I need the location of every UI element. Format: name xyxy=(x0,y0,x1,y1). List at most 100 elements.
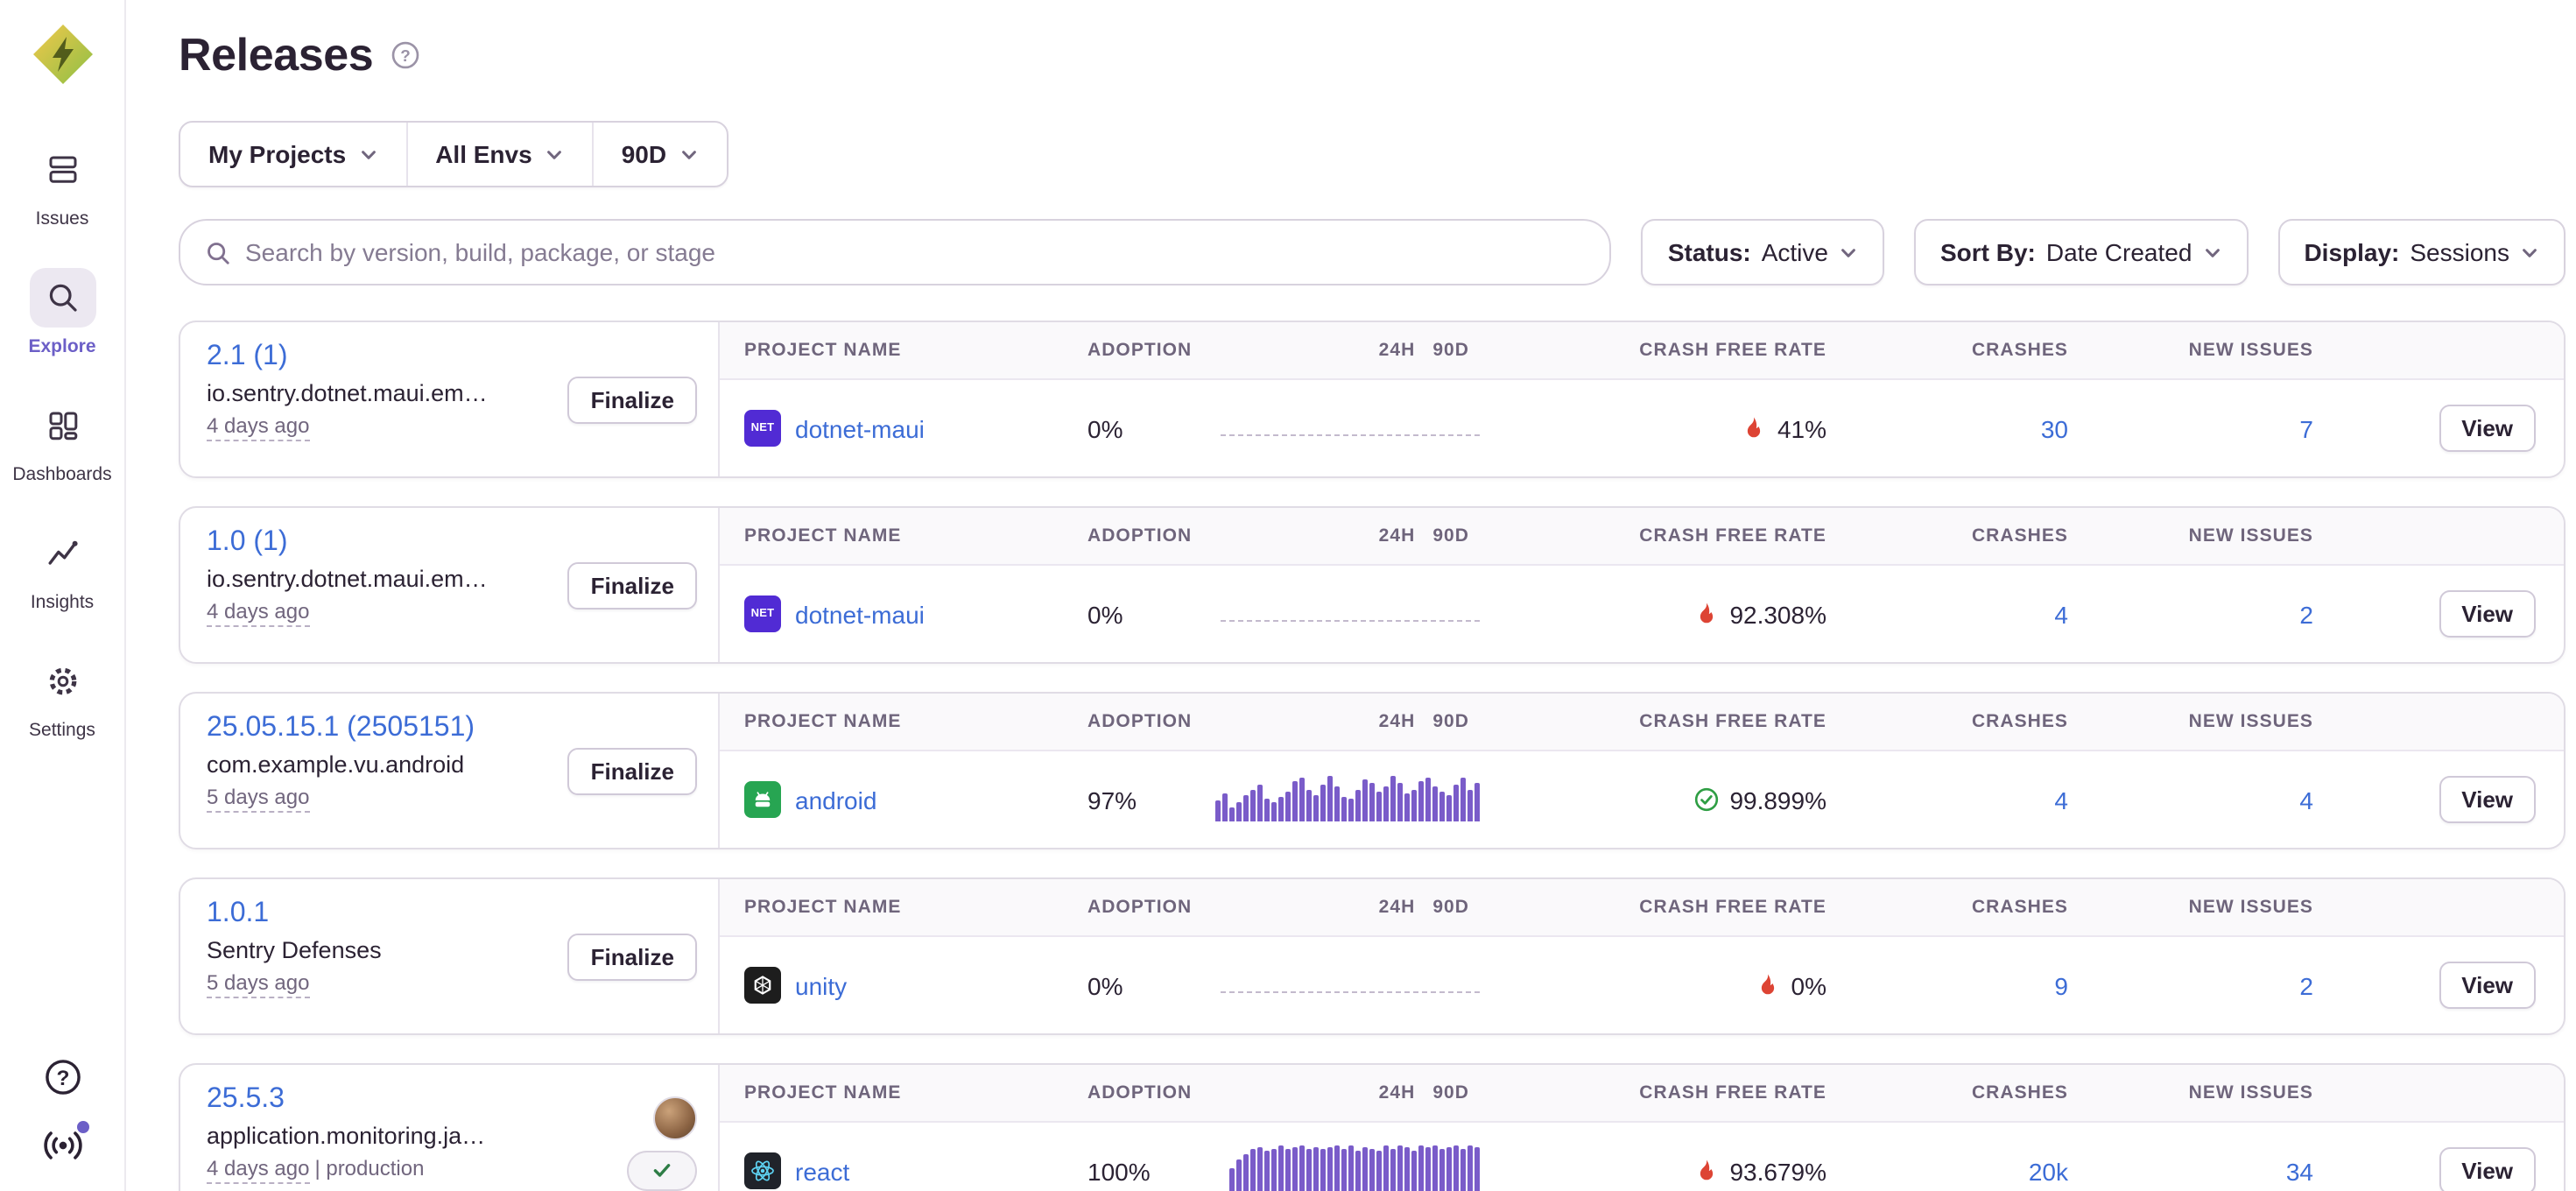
range-90d-toggle[interactable]: 90D xyxy=(1432,711,1469,732)
crash-free-rate-value: 92.308% xyxy=(1729,600,1826,628)
range-24h-toggle[interactable]: 24H xyxy=(1379,897,1416,918)
project-link[interactable]: android xyxy=(795,786,876,814)
crashes-link[interactable]: 4 xyxy=(2054,600,2068,628)
new-issues-link[interactable]: 2 xyxy=(2299,600,2313,628)
view-button[interactable]: View xyxy=(2439,590,2536,638)
help-icon[interactable] xyxy=(43,1058,81,1096)
release-author-avatar[interactable] xyxy=(653,1096,697,1139)
release-version-link[interactable]: 2.1 (1) xyxy=(207,342,554,373)
insights-icon xyxy=(29,524,95,583)
range-24h-toggle[interactable]: 24H xyxy=(1379,525,1416,546)
new-issues-link[interactable]: 4 xyxy=(2299,786,2313,814)
sidebar-item-settings[interactable]: Settings xyxy=(0,652,124,741)
adoption-chart-empty xyxy=(1214,566,1490,662)
col-project-name: PROJECT NAME xyxy=(720,1082,1087,1103)
range-24h-toggle[interactable]: 24H xyxy=(1379,340,1416,361)
col-crashes: CRASHES xyxy=(1833,711,2075,732)
col-crash-free-rate: CRASH FREE RATE xyxy=(1490,525,1833,546)
display-dropdown[interactable]: Display: Sessions xyxy=(2277,219,2565,285)
release-card: 1.0.1 Sentry Defenses 5 days ago Finaliz… xyxy=(179,877,2565,1035)
adoption-chart-empty xyxy=(1214,937,1490,1033)
range-90d-toggle[interactable]: 90D xyxy=(1432,525,1469,546)
settings-gear-icon xyxy=(29,652,95,711)
flame-icon xyxy=(1741,415,1767,441)
finalize-button[interactable]: Finalize xyxy=(568,934,697,981)
project-link[interactable]: unity xyxy=(795,971,847,999)
sidebar-item-dashboards[interactable]: Dashboards xyxy=(0,396,124,485)
col-new-issues: NEW ISSUES xyxy=(2075,525,2320,546)
view-button[interactable]: View xyxy=(2439,405,2536,452)
project-link[interactable]: dotnet-maui xyxy=(795,414,925,442)
range-90d-toggle[interactable]: 90D xyxy=(1432,340,1469,361)
flame-icon xyxy=(1755,972,1781,998)
col-chart-range: 24H 90D xyxy=(1214,1082,1490,1103)
range-24h-toggle[interactable]: 24H xyxy=(1379,711,1416,732)
release-version-link[interactable]: 1.0 (1) xyxy=(207,527,554,559)
release-meta-panel: 25.05.15.1 (2505151) com.example.vu.andr… xyxy=(180,694,720,848)
view-button[interactable]: View xyxy=(2439,1147,2536,1191)
chevron-down-icon xyxy=(358,144,377,164)
sort-by-dropdown[interactable]: Sort By: Date Created xyxy=(1914,219,2248,285)
chevron-down-icon xyxy=(679,144,698,164)
range-90d-toggle[interactable]: 90D xyxy=(1432,1082,1469,1103)
org-logo[interactable] xyxy=(29,21,95,88)
sort-by-label: Sort By: xyxy=(1940,238,2036,266)
display-value: Sessions xyxy=(2410,238,2509,266)
col-crash-free-rate: CRASH FREE RATE xyxy=(1490,340,1833,361)
col-crash-free-rate: CRASH FREE RATE xyxy=(1490,711,1833,732)
view-button[interactable]: View xyxy=(2439,962,2536,1009)
finalize-button[interactable]: Finalize xyxy=(568,377,697,424)
range-24h-toggle[interactable]: 24H xyxy=(1379,1082,1416,1103)
release-version-link[interactable]: 1.0.1 xyxy=(207,899,554,930)
status-filter-dropdown[interactable]: Status: Active xyxy=(1642,219,1884,285)
main-content: Releases My Projects All Envs 90D xyxy=(126,0,2576,1191)
project-filter-dropdown[interactable]: My Projects xyxy=(180,123,407,186)
view-button[interactable]: View xyxy=(2439,776,2536,823)
crashes-link[interactable]: 20k xyxy=(2029,1157,2068,1185)
col-adoption: ADOPTION xyxy=(1087,525,1214,546)
col-crash-free-rate: CRASH FREE RATE xyxy=(1490,897,1833,918)
chevron-down-icon xyxy=(1839,243,1858,262)
new-issues-link[interactable]: 2 xyxy=(2299,971,2313,999)
release-search-input[interactable] xyxy=(245,238,1586,266)
range-90d-toggle[interactable]: 90D xyxy=(1432,897,1469,918)
sidebar-item-insights[interactable]: Insights xyxy=(0,524,124,613)
finalize-button[interactable]: Finalize xyxy=(568,562,697,610)
dashboards-icon xyxy=(29,396,95,455)
adoption-value: 97% xyxy=(1087,786,1214,814)
release-date: 4 days ago| production xyxy=(207,1156,613,1180)
page-help-icon[interactable] xyxy=(391,40,420,70)
adoption-chart-empty xyxy=(1214,380,1490,476)
release-table-header: PROJECT NAME ADOPTION 24H 90D CRASH FREE… xyxy=(720,508,2564,566)
environment-filter-value: All Envs xyxy=(435,140,532,168)
check-icon xyxy=(651,1159,672,1180)
new-issues-link[interactable]: 7 xyxy=(2299,414,2313,442)
release-table: PROJECT NAME ADOPTION 24H 90D CRASH FREE… xyxy=(720,1065,2564,1191)
project-link[interactable]: dotnet-maui xyxy=(795,600,925,628)
flame-icon xyxy=(1693,1158,1719,1184)
release-table: PROJECT NAME ADOPTION 24H 90D CRASH FREE… xyxy=(720,322,2564,476)
release-version-link[interactable]: 25.05.15.1 (2505151) xyxy=(207,713,554,744)
sidebar-item-explore[interactable]: Explore xyxy=(0,268,124,357)
flame-icon xyxy=(1693,601,1719,627)
col-adoption: ADOPTION xyxy=(1087,711,1214,732)
crashes-link[interactable]: 30 xyxy=(2041,414,2068,442)
release-meta-panel: 1.0 (1) io.sentry.dotnet.maui.em… 4 days… xyxy=(180,508,720,662)
new-issues-link[interactable]: 34 xyxy=(2286,1157,2313,1185)
crashes-link[interactable]: 4 xyxy=(2054,786,2068,814)
sidebar: Issues Explore Dashboards Insights Setti… xyxy=(0,0,126,1191)
project-link[interactable]: react xyxy=(795,1157,849,1185)
release-date: 5 days ago xyxy=(207,970,554,995)
col-crash-free-rate: CRASH FREE RATE xyxy=(1490,1082,1833,1103)
sidebar-item-issues[interactable]: Issues xyxy=(0,140,124,229)
adoption-chart-bars xyxy=(1214,751,1490,848)
crashes-link[interactable]: 9 xyxy=(2054,971,2068,999)
release-version-link[interactable]: 25.5.3 xyxy=(207,1084,613,1116)
date-range-filter-dropdown[interactable]: 90D xyxy=(594,123,726,186)
release-package: Sentry Defenses xyxy=(207,937,554,963)
finalized-check-button[interactable] xyxy=(627,1150,697,1190)
release-package: io.sentry.dotnet.maui.em… xyxy=(207,566,554,592)
finalize-button[interactable]: Finalize xyxy=(568,748,697,795)
environment-filter-dropdown[interactable]: All Envs xyxy=(407,123,594,186)
whats-new-broadcast-icon[interactable] xyxy=(41,1124,83,1166)
